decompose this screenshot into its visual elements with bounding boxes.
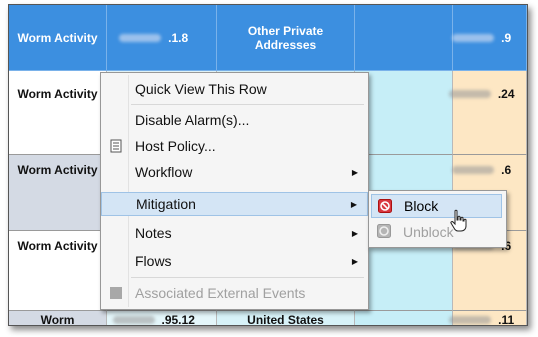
submenu-arrow-icon: ▶ — [351, 256, 358, 266]
source-ip-cell: xxxxx.95.12 — [107, 311, 217, 326]
dest-ip-suffix: .24 — [497, 87, 515, 101]
dest-ip-suffix: .11 — [498, 313, 515, 326]
menu-item-mitigation[interactable]: Mitigation ▶ — [101, 192, 368, 216]
menu-item-flows[interactable]: Flows ▶ — [101, 249, 368, 273]
location-cell: Other Private Addresses — [217, 5, 355, 71]
menu-item-label: Flows — [135, 253, 172, 269]
alarm-type-cell: Worm Activity — [9, 71, 107, 155]
menu-item-label: Associated External Events — [135, 285, 306, 301]
menu-item-label: Notes — [135, 225, 172, 241]
table-row[interactable]: Worm Activity xxxxx.1.8 Other Private Ad… — [9, 5, 527, 71]
dest-ip-cell: xxxxx.11 — [453, 311, 527, 326]
submenu-arrow-icon: ▶ — [351, 228, 358, 238]
dest-ip-suffix: .9 — [501, 30, 512, 45]
unblock-icon — [377, 224, 391, 238]
dest-ip-cell: xxxxx.9 — [453, 5, 527, 71]
submenu-arrow-icon: ▶ — [350, 199, 357, 209]
dest-ip-suffix: .6 — [501, 163, 512, 177]
menu-item-label: Quick View This Row — [135, 81, 267, 97]
alarm-type-cell: Worm Activity — [9, 5, 107, 71]
menu-item-label: Workflow — [135, 164, 193, 180]
dest-ip-cell: xxxxx.24 — [453, 71, 527, 155]
empty-cell — [355, 71, 453, 155]
alarm-type-cell: Worm Activity — [9, 155, 107, 231]
alarm-type-cell: Worm Activity — [9, 231, 107, 311]
source-ip-suffix: .1.8 — [168, 30, 189, 45]
mitigation-submenu: Block Unblock — [368, 190, 507, 248]
menu-item-disable-alarms[interactable]: Disable Alarm(s)... — [101, 108, 368, 132]
block-icon — [378, 199, 392, 213]
menu-item-label: Block — [404, 198, 439, 214]
menu-item-label: Host Policy... — [135, 138, 216, 154]
context-menu: Quick View This Row Disable Alarm(s)... … — [100, 72, 369, 310]
location-cell: United States — [217, 311, 355, 325]
menu-separator — [131, 104, 364, 105]
menu-item-label: Disable Alarm(s)... — [135, 112, 250, 128]
submenu-arrow-icon: ▶ — [351, 167, 358, 177]
empty-cell — [355, 311, 453, 325]
menu-item-label: Unblock — [403, 224, 454, 240]
menu-separator — [131, 277, 364, 278]
alarm-type-cell: Worm — [9, 311, 107, 325]
source-ip-cell: xxxxx.1.8 — [107, 5, 217, 71]
menu-item-label: Mitigation — [136, 196, 196, 212]
menu-item-associated-external-events: Associated External Events — [101, 281, 368, 305]
hand-cursor-icon — [449, 209, 469, 233]
menu-item-host-policy[interactable]: Host Policy... — [101, 134, 368, 158]
external-events-icon — [109, 286, 123, 300]
source-ip-suffix: .95.12 — [161, 313, 195, 326]
menu-item-quick-view[interactable]: Quick View This Row — [101, 77, 368, 101]
menu-item-block[interactable]: Block — [371, 194, 502, 218]
empty-cell — [355, 5, 453, 71]
table-row[interactable]: Worm xxxxx.95.12 United States xxxxx.11 — [9, 311, 527, 326]
document-icon — [109, 139, 123, 153]
menu-item-unblock: Unblock — [371, 220, 502, 244]
menu-item-notes[interactable]: Notes ▶ — [101, 221, 368, 245]
menu-item-workflow[interactable]: Workflow ▶ — [101, 160, 368, 184]
